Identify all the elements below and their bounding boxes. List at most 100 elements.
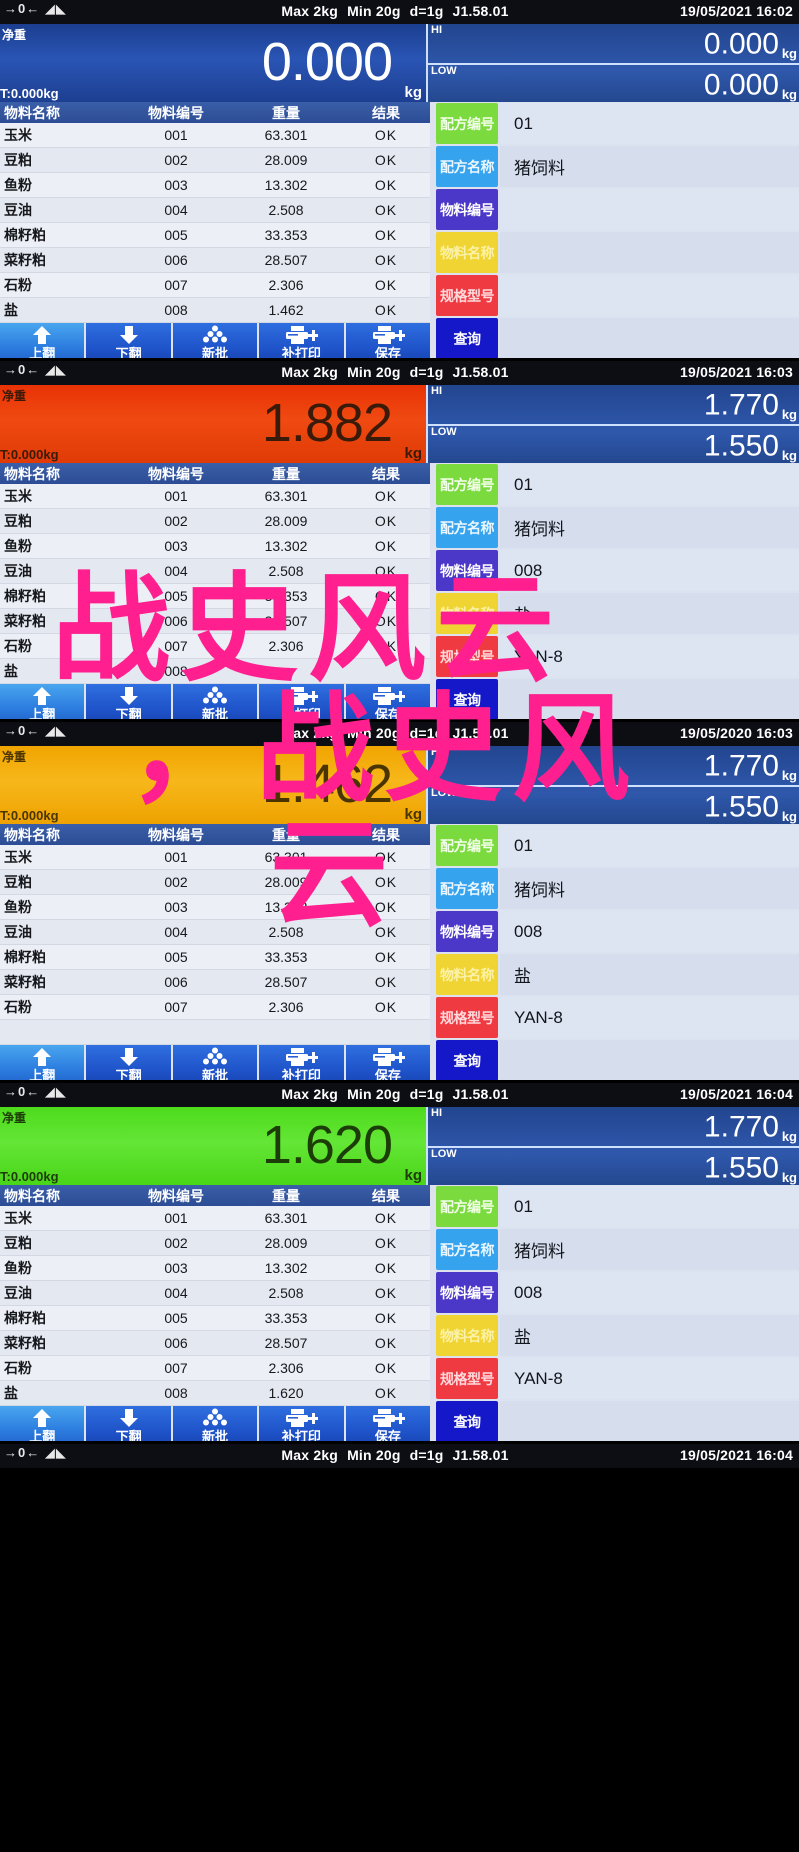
- field-value[interactable]: [500, 1040, 799, 1080]
- field-value[interactable]: YAN-8: [500, 997, 799, 1038]
- field-value[interactable]: 01: [500, 103, 799, 144]
- field-value[interactable]: 008: [500, 550, 799, 591]
- nav-button-arrow-up[interactable]: 上翻: [0, 323, 85, 358]
- function-key[interactable]: 配方编号: [436, 1186, 498, 1227]
- table-row[interactable]: 盐 008 1.620 OK: [0, 1380, 430, 1406]
- table-row[interactable]: 豆油 004 2.508 OK: [0, 1280, 430, 1306]
- table-row[interactable]: 盐 008 1.462 OK: [0, 297, 430, 323]
- function-key[interactable]: 规格型号: [436, 275, 498, 316]
- nav-button-printer-plus[interactable]: 保存: [345, 684, 431, 719]
- field-value[interactable]: YAN-8: [500, 1358, 799, 1399]
- nav-button-printer-plus[interactable]: 保存: [345, 323, 431, 358]
- nav-button-printer-plus[interactable]: 补打印: [259, 684, 344, 719]
- function-key[interactable]: 查询: [436, 318, 498, 358]
- table-row[interactable]: 棉籽粕 005 33.353 OK: [0, 222, 430, 248]
- nav-button-arrow-up[interactable]: 上翻: [0, 1406, 85, 1441]
- table-row[interactable]: 豆粕 002 28.009 OK: [0, 508, 430, 534]
- nav-button-batch-stack[interactable]: 新批: [172, 1406, 258, 1441]
- function-key[interactable]: 配方名称: [436, 1229, 498, 1270]
- nav-button-arrow-up[interactable]: 上翻: [0, 684, 85, 719]
- field-value[interactable]: [500, 1401, 799, 1441]
- table-row[interactable]: 菜籽粕 006 28.507 OK: [0, 1330, 430, 1356]
- table-row[interactable]: 玉米 001 63.301 OK: [0, 845, 430, 870]
- function-key[interactable]: 配方编号: [436, 464, 498, 505]
- table-row[interactable]: 豆油 004 2.508 OK: [0, 558, 430, 584]
- table-row[interactable]: 菜籽粕 006 28.507 OK: [0, 969, 430, 995]
- field-value[interactable]: 01: [500, 1186, 799, 1227]
- nav-button-arrow-down[interactable]: 下翻: [86, 684, 171, 719]
- field-value[interactable]: 盐: [500, 1315, 799, 1356]
- field-value[interactable]: 01: [500, 464, 799, 505]
- function-key[interactable]: 物料名称: [436, 232, 498, 273]
- nav-button-printer-plus[interactable]: 补打印: [259, 1406, 344, 1441]
- nav-button-printer-plus[interactable]: 保存: [345, 1045, 431, 1080]
- function-key[interactable]: 查询: [436, 1040, 498, 1080]
- function-key[interactable]: 查询: [436, 1401, 498, 1441]
- table-row[interactable]: 盐 008: [0, 658, 430, 684]
- function-key[interactable]: 规格型号: [436, 1358, 498, 1399]
- function-key[interactable]: 物料编号: [436, 1272, 498, 1313]
- table-row[interactable]: 菜籽粕 006 28.507 OK: [0, 608, 430, 634]
- function-key[interactable]: 配方名称: [436, 868, 498, 909]
- function-key[interactable]: 物料名称: [436, 593, 498, 634]
- field-value[interactable]: [500, 232, 799, 273]
- field-value[interactable]: [500, 275, 799, 316]
- field-value[interactable]: 猪饲料: [500, 507, 799, 548]
- table-row[interactable]: 鱼粉 003 13.302 OK: [0, 1255, 430, 1281]
- table-row[interactable]: 石粉 007 2.306 OK: [0, 994, 430, 1020]
- table-row[interactable]: 石粉 007 2.306 OK: [0, 633, 430, 659]
- table-row[interactable]: 鱼粉 003 13.302 OK: [0, 172, 430, 198]
- function-key[interactable]: 物料名称: [436, 1315, 498, 1356]
- field-value[interactable]: YAN-8: [500, 636, 799, 677]
- nav-button-batch-stack[interactable]: 新批: [172, 684, 258, 719]
- function-key[interactable]: 配方编号: [436, 825, 498, 866]
- nav-button-printer-plus[interactable]: 补打印: [259, 1045, 344, 1080]
- field-value[interactable]: [500, 318, 799, 358]
- field-value[interactable]: 01: [500, 825, 799, 866]
- field-value[interactable]: 猪饲料: [500, 1229, 799, 1270]
- table-row[interactable]: [0, 1019, 430, 1045]
- table-row[interactable]: 豆粕 002 28.009 OK: [0, 147, 430, 173]
- table-row[interactable]: 棉籽粕 005 33.353 OK: [0, 1305, 430, 1331]
- field-value[interactable]: 008: [500, 1272, 799, 1313]
- table-row[interactable]: 豆油 004 2.508 OK: [0, 919, 430, 945]
- nav-button-arrow-down[interactable]: 下翻: [86, 1045, 171, 1080]
- table-row[interactable]: 石粉 007 2.306 OK: [0, 272, 430, 298]
- function-key[interactable]: 配方编号: [436, 103, 498, 144]
- field-value[interactable]: [500, 189, 799, 230]
- field-value[interactable]: 008: [500, 911, 799, 952]
- field-value[interactable]: [500, 679, 799, 719]
- field-value[interactable]: 猪饲料: [500, 146, 799, 187]
- function-key[interactable]: 物料编号: [436, 550, 498, 591]
- table-row[interactable]: 棉籽粕 005 33.353 OK: [0, 944, 430, 970]
- nav-button-arrow-up[interactable]: 上翻: [0, 1045, 85, 1080]
- nav-button-printer-plus[interactable]: 保存: [345, 1406, 431, 1441]
- field-value[interactable]: 猪饲料: [500, 868, 799, 909]
- table-row[interactable]: 豆粕 002 28.009 OK: [0, 1230, 430, 1256]
- function-key[interactable]: 物料名称: [436, 954, 498, 995]
- table-row[interactable]: 玉米 001 63.301 OK: [0, 1206, 430, 1231]
- function-key[interactable]: 物料编号: [436, 911, 498, 952]
- nav-button-arrow-down[interactable]: 下翻: [86, 323, 171, 358]
- field-value[interactable]: 盐: [500, 954, 799, 995]
- table-row[interactable]: 豆油 004 2.508 OK: [0, 197, 430, 223]
- table-row[interactable]: 豆粕 002 28.009 OK: [0, 869, 430, 895]
- function-key[interactable]: 配方名称: [436, 507, 498, 548]
- table-row[interactable]: 菜籽粕 006 28.507 OK: [0, 247, 430, 273]
- nav-button-batch-stack[interactable]: 新批: [172, 323, 258, 358]
- function-key[interactable]: 规格型号: [436, 636, 498, 677]
- function-key[interactable]: 查询: [436, 679, 498, 719]
- field-value[interactable]: 盐: [500, 593, 799, 634]
- table-row[interactable]: 玉米 001 63.301 OK: [0, 484, 430, 509]
- function-key[interactable]: 规格型号: [436, 997, 498, 1038]
- nav-button-printer-plus[interactable]: 补打印: [259, 323, 344, 358]
- function-key[interactable]: 物料编号: [436, 189, 498, 230]
- nav-button-batch-stack[interactable]: 新批: [172, 1045, 258, 1080]
- table-row[interactable]: 棉籽粕 005 33.353 OK: [0, 583, 430, 609]
- table-row[interactable]: 鱼粉 003 13.302 OK: [0, 894, 430, 920]
- table-row[interactable]: 石粉 007 2.306 OK: [0, 1355, 430, 1381]
- function-key[interactable]: 配方名称: [436, 146, 498, 187]
- nav-button-arrow-down[interactable]: 下翻: [86, 1406, 171, 1441]
- table-row[interactable]: 玉米 001 63.301 OK: [0, 123, 430, 148]
- table-row[interactable]: 鱼粉 003 13.302 OK: [0, 533, 430, 559]
